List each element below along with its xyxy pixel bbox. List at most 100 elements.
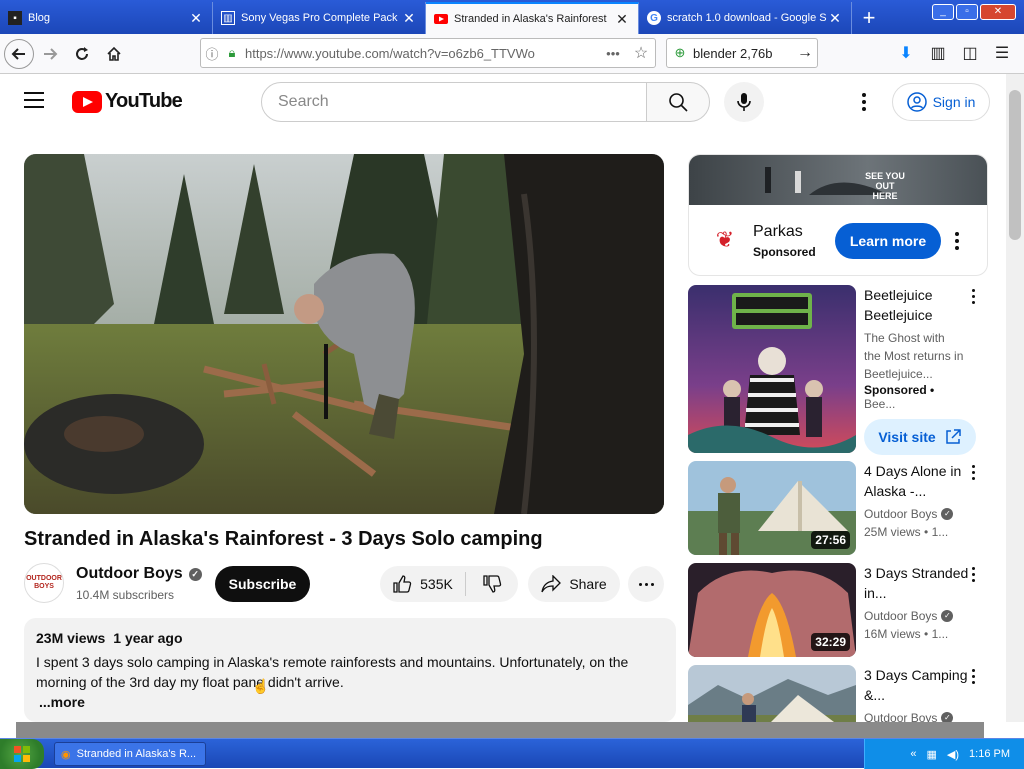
sidebar-icon[interactable]: ◫ bbox=[954, 38, 986, 68]
description-box[interactable]: 23M views 1 year ago I spent 3 days solo … bbox=[24, 618, 676, 722]
video-menu-icon[interactable] bbox=[972, 465, 975, 480]
ad-card[interactable]: SEE YOU OUT HERE ❦ Parkas Sponsored Lear… bbox=[688, 154, 988, 276]
video-views: 16M views bbox=[864, 627, 921, 641]
visit-site-button[interactable]: Visit site bbox=[864, 419, 976, 455]
video-channel[interactable]: Outdoor Boys bbox=[864, 607, 937, 625]
close-tab-icon[interactable]: ✕ bbox=[401, 10, 417, 27]
tab-google-search[interactable]: G scratch 1.0 download - Google S ✕ bbox=[639, 2, 852, 34]
sponsored-line: Sponsored • Bee... bbox=[864, 383, 935, 411]
ad-name: Parkas bbox=[753, 223, 803, 240]
parkas-logo-icon: ❦ bbox=[715, 227, 735, 252]
visit-site-label: Visit site bbox=[878, 429, 936, 445]
tray-arrow-icon[interactable]: « bbox=[910, 748, 916, 760]
sponsored-advertiser: Bee... bbox=[864, 397, 896, 411]
close-window-button[interactable]: ✕ bbox=[980, 4, 1016, 20]
search-button[interactable] bbox=[646, 82, 710, 122]
search-text[interactable]: blender 2,76b bbox=[693, 46, 793, 61]
search-input[interactable]: Search bbox=[261, 82, 647, 122]
maximize-button[interactable]: ▫ bbox=[956, 4, 978, 20]
close-tab-icon[interactable]: ✕ bbox=[614, 11, 630, 28]
taskbar-firefox-window[interactable]: ◉ Stranded in Alaska's R... bbox=[54, 742, 206, 766]
info-icon[interactable]: ⓘ bbox=[201, 44, 223, 63]
ad-menu-icon[interactable] bbox=[955, 232, 959, 250]
video-thumbnail[interactable]: 32:29 bbox=[688, 563, 856, 657]
home-icon[interactable] bbox=[98, 38, 130, 70]
recommended-video[interactable]: 27:56 4 Days Alone in Alaska -... Outdoo… bbox=[688, 461, 998, 555]
more-actions-button[interactable] bbox=[628, 566, 664, 602]
sponsored-thumbnail[interactable] bbox=[688, 285, 856, 453]
close-tab-icon[interactable]: ✕ bbox=[188, 10, 204, 27]
reload-icon[interactable] bbox=[66, 38, 98, 70]
lock-icon[interactable]: 🔒︎ bbox=[223, 45, 241, 61]
clock[interactable]: 1:16 PM bbox=[969, 748, 1010, 760]
url-text[interactable]: https://www.youtube.com/watch?v=o6zb6_TT… bbox=[241, 46, 599, 61]
sign-in-button[interactable]: Sign in bbox=[892, 83, 990, 121]
tab-youtube-active[interactable]: Stranded in Alaska's Rainforest ✕ bbox=[426, 2, 639, 34]
video-duration: 32:29 bbox=[811, 633, 850, 651]
video-title[interactable]: 3 Days Camping &... bbox=[864, 665, 974, 705]
document-favicon-icon: ▥ bbox=[221, 11, 235, 25]
verified-check-icon: ✓ bbox=[941, 610, 954, 622]
card-menu-icon[interactable] bbox=[972, 289, 975, 304]
channel-name[interactable]: Outdoor Boys bbox=[76, 565, 183, 583]
view-count: 23M views bbox=[36, 630, 106, 646]
address-bar[interactable]: ⓘ 🔒︎ https://www.youtube.com/watch?v=o6z… bbox=[200, 38, 656, 68]
browser-search-bar[interactable]: ⊕ blender 2,76b → bbox=[666, 38, 818, 68]
video-menu-icon[interactable] bbox=[972, 567, 975, 582]
hamburger-menu-icon[interactable] bbox=[24, 92, 48, 112]
youtube-logo[interactable]: YouTube bbox=[72, 90, 183, 113]
tab-sony-vegas[interactable]: ▥ Sony Vegas Pro Complete Pack ✕ bbox=[213, 2, 426, 34]
channel-avatar[interactable]: OUTDOOR BOYS bbox=[24, 563, 64, 603]
video-title[interactable]: 4 Days Alone in Alaska -... bbox=[864, 461, 974, 501]
page-actions-icon[interactable]: ••• bbox=[599, 46, 627, 61]
video-channel-row[interactable]: Outdoor Boys ✓ bbox=[864, 607, 974, 625]
back-button[interactable] bbox=[4, 38, 34, 69]
new-tab-button[interactable]: + bbox=[852, 2, 886, 34]
volume-icon[interactable]: ◀) bbox=[947, 748, 959, 761]
video-thumbnail[interactable]: 27:56 bbox=[688, 461, 856, 555]
learn-more-button[interactable]: Learn more bbox=[835, 223, 941, 259]
sponsored-video-card[interactable]: Beetlejuice Beetlejuice The Ghost with t… bbox=[688, 285, 998, 455]
video-age: 1... bbox=[931, 627, 949, 641]
page-scrollbar[interactable] bbox=[1006, 74, 1024, 722]
dislike-button[interactable] bbox=[466, 574, 518, 594]
subscribe-button[interactable]: Subscribe bbox=[215, 566, 310, 602]
video-channel-row[interactable]: Outdoor Boys ✓ bbox=[864, 709, 974, 722]
menu-icon[interactable]: ☰ bbox=[986, 38, 1018, 68]
subscriber-count: 10.4M subscribers bbox=[76, 588, 175, 602]
video-title[interactable]: 3 Days Stranded in... bbox=[864, 563, 974, 603]
bookmark-star-icon[interactable]: ☆ bbox=[627, 43, 655, 63]
video-player[interactable] bbox=[24, 154, 664, 514]
recommended-video[interactable]: 32:29 3 Days Stranded in... Outdoor Boys… bbox=[688, 563, 998, 657]
youtube-play-icon bbox=[72, 90, 102, 113]
sponsored-title[interactable]: Beetlejuice Beetlejuice bbox=[864, 285, 964, 325]
horizontal-scrollbar[interactable] bbox=[16, 722, 984, 738]
tab-blog[interactable]: ▪ Blog ✕ bbox=[0, 2, 213, 34]
settings-kebab-icon[interactable] bbox=[852, 90, 876, 114]
firefox-icon: ◉ bbox=[61, 748, 71, 761]
channel-name-row[interactable]: Outdoor Boys ✓ bbox=[76, 565, 202, 583]
ad-banner-image[interactable]: SEE YOU OUT HERE bbox=[689, 155, 987, 205]
video-menu-icon[interactable] bbox=[972, 669, 975, 684]
video-channel[interactable]: Outdoor Boys bbox=[864, 709, 937, 722]
video-thumbnail[interactable] bbox=[688, 665, 856, 722]
recommended-video[interactable]: 3 Days Camping &... Outdoor Boys ✓ bbox=[688, 665, 998, 722]
video-channel[interactable]: Outdoor Boys bbox=[864, 505, 937, 523]
scrollbar-thumb[interactable] bbox=[1009, 90, 1021, 240]
sponsored-description: The Ghost with the Most returns in Beetl… bbox=[864, 331, 964, 381]
more-link[interactable]: ...more bbox=[39, 692, 664, 712]
forward-button[interactable] bbox=[34, 38, 66, 70]
library-icon[interactable]: ▥ bbox=[922, 38, 954, 68]
share-button[interactable]: Share bbox=[528, 566, 620, 602]
search-engine-icon[interactable]: ⊕ bbox=[667, 45, 693, 61]
voice-search-button[interactable] bbox=[724, 82, 764, 122]
like-count: 535K bbox=[420, 576, 453, 592]
network-icon[interactable]: ▦ bbox=[927, 748, 937, 761]
like-button[interactable]: 535K bbox=[380, 572, 466, 596]
video-channel-row[interactable]: Outdoor Boys ✓ bbox=[864, 505, 974, 523]
search-go-icon[interactable]: → bbox=[793, 44, 817, 62]
minimize-button[interactable]: _ bbox=[932, 4, 954, 20]
close-tab-icon[interactable]: ✕ bbox=[827, 10, 843, 27]
start-button[interactable] bbox=[0, 739, 44, 769]
download-icon[interactable]: ⬇ bbox=[890, 38, 922, 68]
